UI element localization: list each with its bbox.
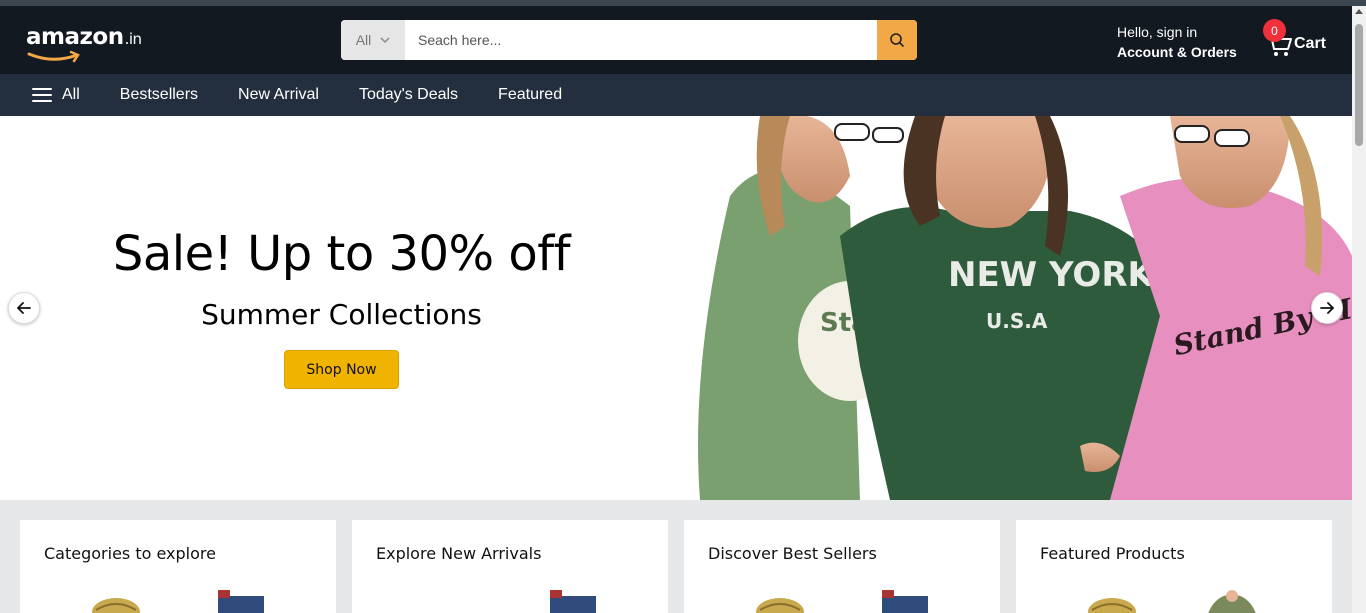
card-best-sellers[interactable]: Discover Best Sellers <box>684 520 1000 613</box>
shirt-text-new-york: NEW YORK <box>948 255 1156 295</box>
card-new-arrivals[interactable]: Explore New Arrivals <box>352 520 668 613</box>
nav-bar: All Bestsellers New Arrival Today's Deal… <box>0 74 1352 116</box>
account-greeting: Hello, sign in <box>1117 24 1198 40</box>
jeans-thumbnail[interactable] <box>542 590 602 613</box>
scroll-up-arrow-icon[interactable] <box>1355 9 1363 14</box>
arrow-right-icon <box>1320 302 1334 314</box>
search-category-select[interactable]: All <box>341 20 405 60</box>
nav-all-label: All <box>62 86 80 103</box>
search-button[interactable] <box>877 20 917 60</box>
search-bar: All <box>341 20 917 60</box>
carousel-prev-button[interactable] <box>8 292 40 324</box>
nav-item-todays-deals[interactable]: Today's Deals <box>359 86 458 104</box>
logo-smile-icon <box>27 50 80 63</box>
search-input[interactable] <box>405 20 877 60</box>
account-menu[interactable]: Hello, sign in Account & Orders <box>1117 22 1237 62</box>
jeans-thumbnail[interactable] <box>874 590 934 613</box>
cart-button[interactable]: 0 Cart <box>1262 19 1342 62</box>
site-header: amazon.in All Hello, sign in Account & O… <box>0 6 1352 74</box>
logo-tld: .in <box>124 30 142 48</box>
card-title: Featured Products <box>1040 544 1185 563</box>
card-categories[interactable]: Categories to explore <box>20 520 336 613</box>
hamburger-icon <box>32 88 52 102</box>
page: amazon.in All Hello, sign in Account & O… <box>0 0 1366 613</box>
hero-subtitle: Summer Collections <box>201 298 482 331</box>
scrollbar-thumb[interactable] <box>1355 24 1363 146</box>
page-scrollbar[interactable] <box>1352 6 1366 613</box>
chevron-down-icon <box>380 36 390 43</box>
nav-all-menu[interactable]: All <box>32 86 80 104</box>
card-row: Categories to explore Explore New Arriva… <box>20 520 1332 613</box>
hero-fashion-image: Stay Groovy NEW YORK U.S.A Stand By Me <box>698 116 1352 500</box>
carousel-next-button[interactable] <box>1311 292 1343 324</box>
card-title: Explore New Arrivals <box>376 544 542 563</box>
card-featured-products[interactable]: Featured Products <box>1016 520 1332 613</box>
nav-item-bestsellers[interactable]: Bestsellers <box>120 86 198 104</box>
account-label: Account & Orders <box>1117 44 1237 60</box>
search-category-label: All <box>355 32 372 48</box>
nav-item-new-arrival[interactable]: New Arrival <box>238 86 319 104</box>
hero-title: Sale! Up to 30% off <box>112 226 571 282</box>
card-title: Discover Best Sellers <box>708 544 877 563</box>
hero-carousel: Sale! Up to 30% off Summer Collections S… <box>0 116 1352 500</box>
arrow-left-icon <box>17 302 31 314</box>
jeans-thumbnail[interactable] <box>210 590 270 613</box>
shirt-thumbnail[interactable] <box>1202 590 1262 613</box>
watch-thumbnail[interactable] <box>750 590 810 613</box>
cart-label: Cart <box>1294 35 1327 52</box>
cart-count-badge: 0 <box>1263 19 1286 42</box>
search-icon <box>890 33 904 47</box>
shirt-text-usa: U.S.A <box>986 309 1048 333</box>
watch-thumbnail[interactable] <box>86 590 146 613</box>
shop-now-button[interactable]: Shop Now <box>284 350 399 389</box>
nav-item-featured[interactable]: Featured <box>498 86 562 104</box>
watch-thumbnail[interactable] <box>1082 590 1142 613</box>
amazon-logo[interactable]: amazon.in <box>26 24 142 50</box>
logo-main: amazon <box>26 24 124 50</box>
card-title: Categories to explore <box>44 544 216 563</box>
